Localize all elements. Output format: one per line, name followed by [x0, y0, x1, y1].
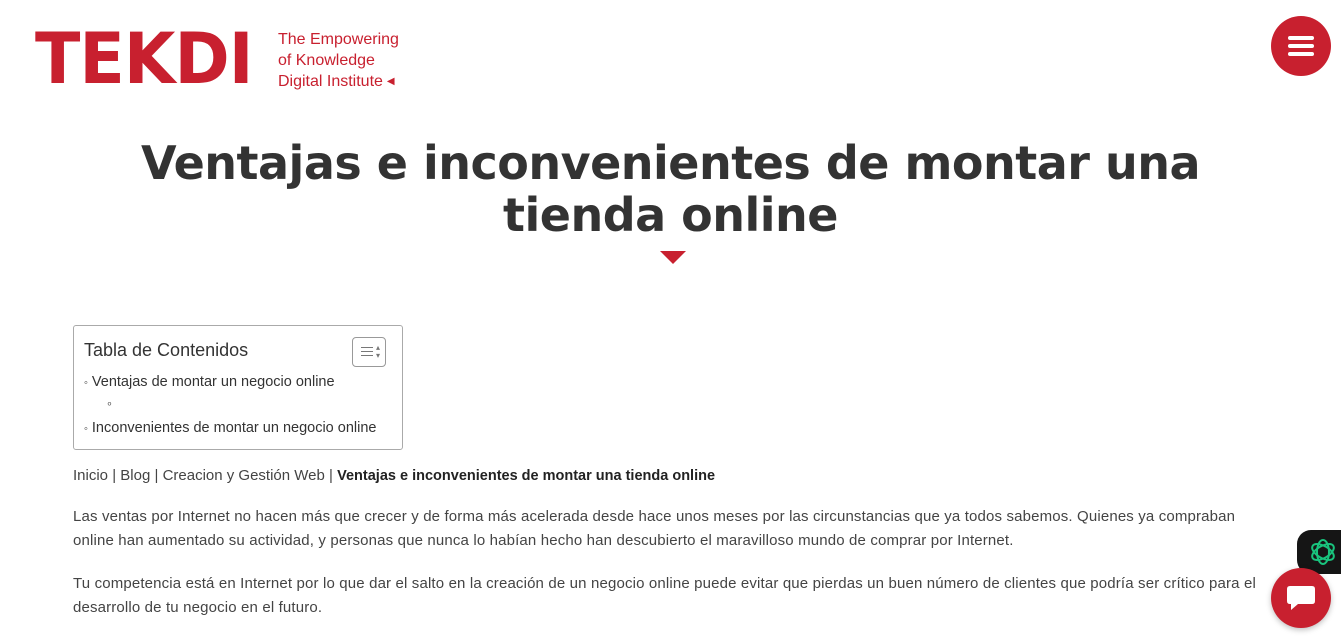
- toc-item-label: Ventajas de montar un negocio online: [91, 374, 335, 390]
- caret-left-icon: ◀: [386, 76, 395, 88]
- tagline-line-2: of Knowledge: [277, 52, 375, 69]
- toc-sub-bullet: ∘: [106, 398, 113, 410]
- article-paragraph-1: Las ventas por Internet no hacen más que…: [73, 508, 1236, 549]
- ai-knot-icon: [1311, 539, 1335, 565]
- logo-tagline: The Empowering of Knowledge Digital Inst…: [278, 29, 399, 92]
- chat-button[interactable]: [1271, 568, 1331, 628]
- tekdi-logo[interactable]: TEKDI The Empowering of Knowledge Digita…: [35, 18, 399, 100]
- table-of-contents: Tabla de Contenidos ▴ ▾ ◦ Ventajas de mont…: [73, 325, 403, 450]
- article-paragraph-2: Tu competencia está en Internet por lo q…: [73, 575, 1256, 616]
- sort-caret-icon: ▴ ▾: [376, 343, 381, 360]
- breadcrumb-separator: |: [154, 467, 159, 484]
- breadcrumb-inicio[interactable]: Inicio: [73, 467, 108, 484]
- toc-title: Tabla de Contenidos: [84, 340, 249, 360]
- breadcrumb-current: Ventajas e inconvenientes de montar una …: [337, 468, 716, 484]
- toc-item-inconvenientes[interactable]: ◦ Inconvenientes de montar un negocio onl…: [84, 420, 376, 436]
- tagline-line-3: Digital Institute: [277, 73, 383, 90]
- breadcrumb-separator: |: [112, 467, 117, 484]
- breadcrumb-separator: |: [329, 467, 333, 484]
- title-arrow-down-icon: [660, 251, 686, 264]
- toc-item-ventajas[interactable]: ◦ Ventajas de montar un negocio online: [84, 374, 335, 390]
- page-title: Ventajas e inconvenientes de montar una …: [140, 136, 1201, 242]
- toc-bullet: ◦: [84, 377, 88, 389]
- toc-bullet: ◦: [84, 423, 88, 435]
- breadcrumb: Inicio | Blog | Creacion y Gestión Web |…: [73, 467, 715, 484]
- chat-bubble-icon: [1287, 586, 1315, 610]
- site-header: TEKDI The Empowering of Knowledge Digita…: [0, 0, 1341, 110]
- logo-wordmark: TEKDI: [35, 18, 253, 100]
- tagline-line-1: The Empowering: [277, 31, 399, 48]
- breadcrumb-category[interactable]: Creacion y Gestión Web: [163, 467, 325, 484]
- toc-item-label: Inconvenientes de montar un negocio onli…: [91, 420, 377, 436]
- menu-button[interactable]: [1271, 16, 1331, 76]
- toc-toggle-button[interactable]: ▴ ▾: [352, 337, 386, 367]
- breadcrumb-blog[interactable]: Blog: [120, 467, 150, 484]
